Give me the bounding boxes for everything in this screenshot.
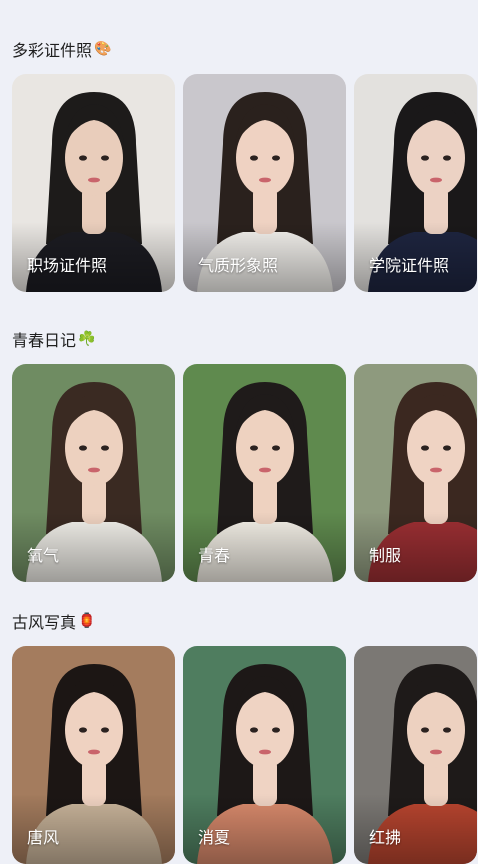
style-card[interactable]: 青春 [183, 364, 346, 582]
card-row[interactable]: 氧气 青春 制服 [12, 364, 477, 582]
section-title: 青春日记 ☘️ [12, 327, 95, 351]
style-card-label: 青春 [198, 546, 231, 565]
style-card[interactable]: 红拂 [354, 646, 477, 864]
section-title-text: 青春日记 [12, 331, 77, 350]
style-card[interactable]: 氧气 [12, 364, 175, 582]
style-card-label: 红拂 [369, 828, 402, 847]
style-card-label: 氧气 [27, 546, 60, 565]
style-card[interactable]: 制服 [354, 364, 477, 582]
card-row[interactable]: 职场证件照 气质形象照 学院证件照 [12, 74, 477, 292]
style-card-label: 学院证件照 [369, 256, 450, 275]
style-card[interactable]: 唐风 [12, 646, 175, 864]
section-title: 古风写真 🏮 [12, 609, 95, 633]
section-title-text: 多彩证件照 [12, 41, 93, 60]
section-title: 多彩证件照 🎨 [12, 37, 111, 61]
lantern-icon: 🏮 [78, 613, 96, 629]
style-card-label: 气质形象照 [198, 256, 279, 275]
section-title-text: 古风写真 [12, 613, 77, 632]
card-row[interactable]: 唐风 消夏 红拂 [12, 646, 477, 864]
style-card-label: 消夏 [198, 828, 231, 847]
style-card-label: 唐风 [27, 828, 60, 847]
palette-icon: 🎨 [94, 41, 112, 57]
clover-icon: ☘️ [78, 331, 96, 347]
style-card[interactable]: 学院证件照 [354, 74, 477, 292]
style-card-label: 职场证件照 [27, 256, 108, 275]
style-card[interactable]: 气质形象照 [183, 74, 346, 292]
style-card[interactable]: 消夏 [183, 646, 346, 864]
style-card[interactable]: 职场证件照 [12, 74, 175, 292]
style-card-label: 制服 [369, 546, 402, 565]
